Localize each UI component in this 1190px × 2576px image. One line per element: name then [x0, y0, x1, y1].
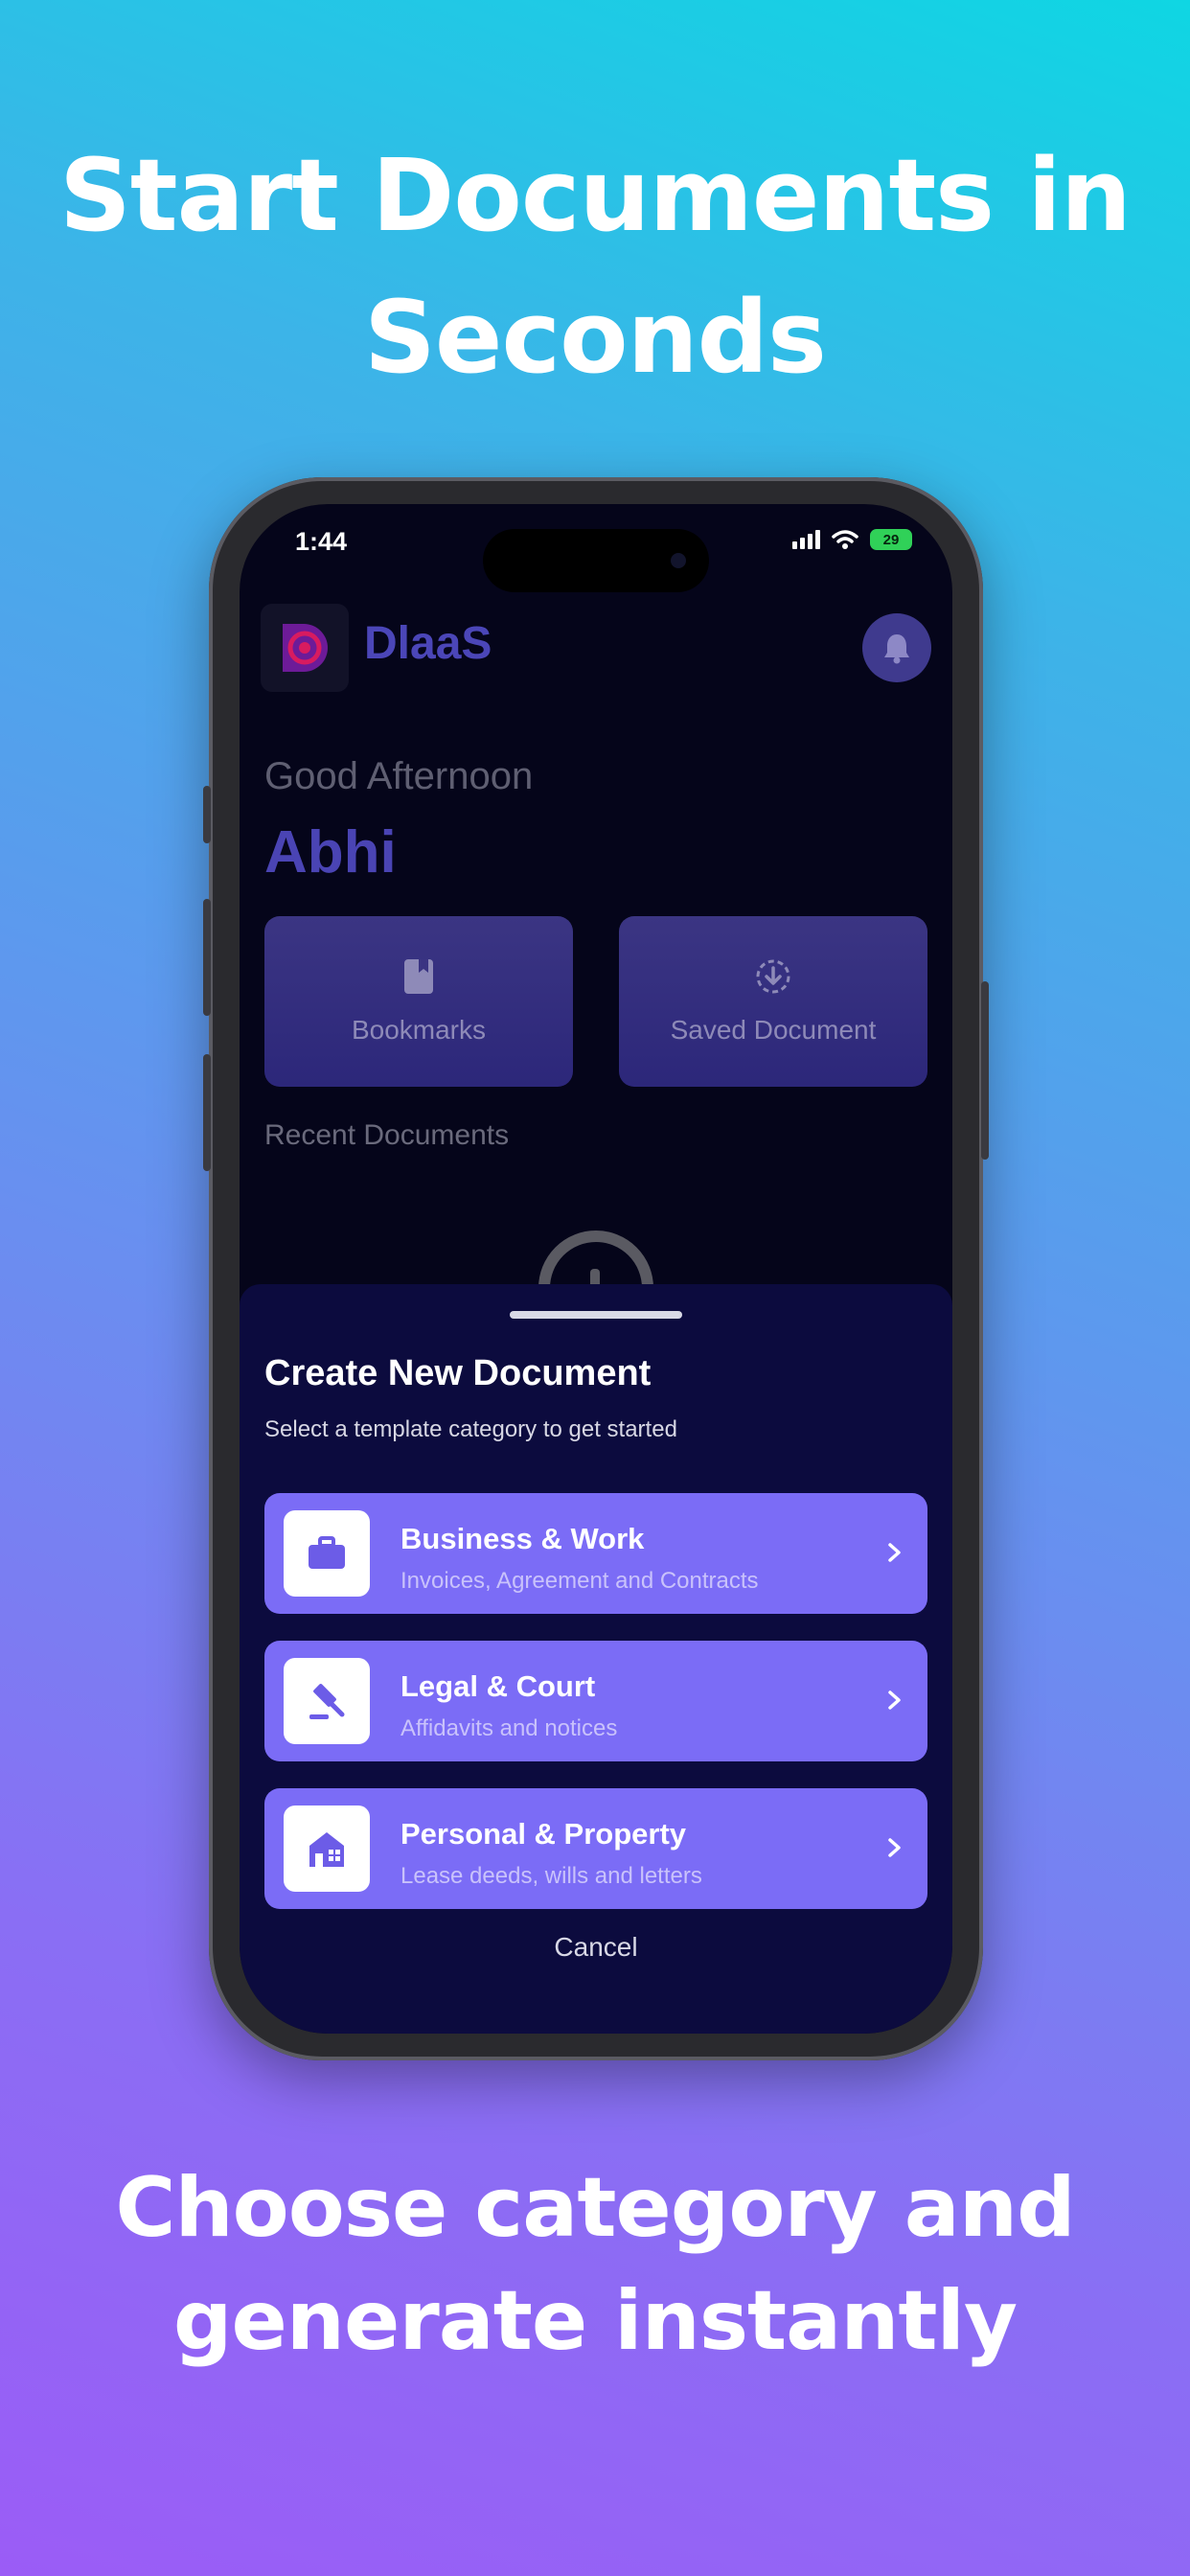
option-title: Legal & Court	[400, 1669, 596, 1703]
bell-icon	[884, 634, 909, 664]
app-logo-icon	[261, 604, 349, 692]
wifi-icon	[832, 530, 858, 549]
option-subtitle: Lease deeds, wills and letters	[400, 1863, 702, 1889]
hero-title: Start Documents in Seconds	[0, 125, 1190, 408]
battery-level: 29	[882, 531, 900, 548]
user-name: Abhi	[264, 819, 397, 886]
battery-icon: 29	[870, 529, 912, 550]
phone-side-button	[981, 981, 989, 1160]
cellular-signal-icon	[792, 530, 820, 549]
chevron-right-icon	[888, 1838, 901, 1857]
download-icon	[756, 959, 790, 994]
chevron-right-icon	[888, 1690, 901, 1710]
sheet-title: Create New Document	[264, 1353, 652, 1393]
option-title: Personal & Property	[400, 1817, 687, 1851]
bookmarks-label: Bookmarks	[351, 1015, 487, 1045]
briefcase-icon	[284, 1510, 370, 1597]
option-personal-property[interactable]: Personal & Property Lease deeds, wills a…	[264, 1788, 927, 1909]
hero-title-line2: Seconds	[364, 279, 827, 396]
app-name: DlaaS	[364, 618, 492, 669]
hero-bottom-caption: Choose category and generate instantly	[0, 2151, 1190, 2378]
gavel-icon	[284, 1658, 370, 1744]
option-subtitle: Affidavits and notices	[400, 1715, 618, 1741]
phone-screen: 1:44 29 DlaaS Good Afternoon Abhi Bookma…	[240, 504, 952, 2034]
option-legal-court[interactable]: Legal & Court Affidavits and notices	[264, 1641, 927, 1761]
saved-document-label: Saved Document	[670, 1015, 877, 1045]
option-business-work[interactable]: Business & Work Invoices, Agreement and …	[264, 1493, 927, 1614]
phone-action-button	[203, 786, 211, 843]
hero-bottom-line1: Choose category and	[115, 2160, 1075, 2256]
hero-title-line1: Start Documents in	[59, 137, 1132, 254]
sheet-subtitle: Select a template category to get starte…	[264, 1416, 677, 1442]
option-subtitle: Invoices, Agreement and Contracts	[400, 1568, 759, 1594]
bookmarks-card[interactable]: Bookmarks	[264, 916, 573, 1087]
notifications-button[interactable]	[862, 613, 931, 682]
recent-documents-heading: Recent Documents	[264, 1119, 510, 1151]
hero-bottom-line2: generate instantly	[172, 2273, 1018, 2369]
status-time: 1:44	[295, 527, 348, 556]
phone-volume-up-button	[203, 899, 211, 1016]
greeting-text: Good Afternoon	[264, 755, 534, 797]
bookmark-icon	[404, 959, 433, 994]
chevron-right-icon	[888, 1543, 901, 1562]
front-camera	[671, 553, 686, 568]
status-icons: 29	[792, 529, 912, 550]
phone-volume-down-button	[203, 1054, 211, 1171]
dynamic-island	[483, 529, 709, 592]
create-document-sheet: Create New Document Select a template ca…	[240, 1284, 952, 2034]
cancel-button[interactable]: Cancel	[240, 1932, 952, 1963]
option-title: Business & Work	[400, 1522, 645, 1555]
saved-document-card[interactable]: Saved Document	[619, 916, 927, 1087]
sheet-grabber-handle[interactable]	[510, 1311, 682, 1319]
house-icon	[284, 1806, 370, 1892]
